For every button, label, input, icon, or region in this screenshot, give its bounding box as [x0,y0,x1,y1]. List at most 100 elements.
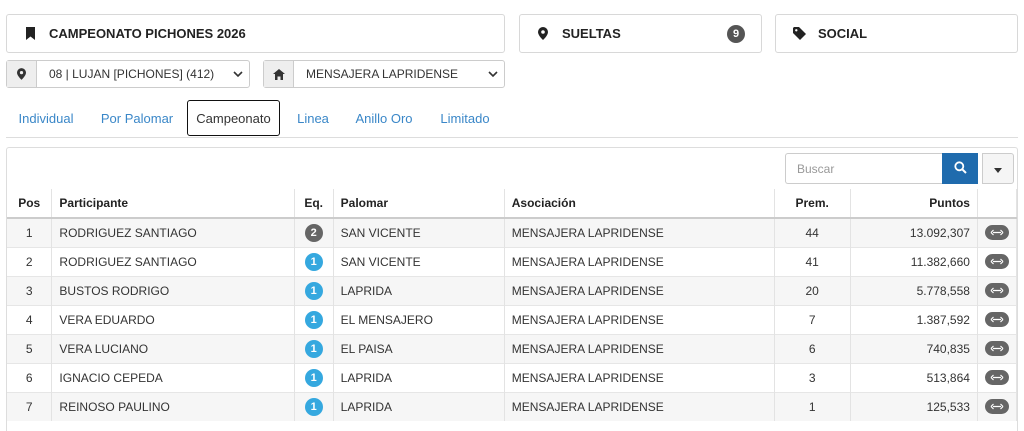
table-row[interactable]: 7 REINOSO PAULINO 1 LAPRIDA MENSAJERA LA… [7,391,1018,421]
column-header-puntos[interactable]: Puntos [850,189,978,219]
cell-participante: VERA LUCIANO [51,333,295,363]
cell-palomar: SAN VICENTE [333,246,505,276]
tab-individual[interactable]: Individual [14,100,78,136]
eq-badge: 1 [304,281,323,300]
expand-horizontal-icon[interactable] [984,399,1009,415]
cell-prem: 44 [774,217,851,247]
table-row[interactable]: 3 BUSTOS RODRIGO 1 LAPRIDA MENSAJERA LAP… [7,275,1018,305]
eq-badge: 1 [304,397,323,416]
eq-badge: 2 [304,223,323,242]
column-header-prem[interactable]: Prem. [774,189,851,219]
map-pin-icon [7,61,37,87]
table-row[interactable]: 5 VERA LUCIANO 1 EL PAISA MENSAJERA LAPR… [7,333,1018,363]
caret-down-icon [994,161,1002,176]
expand-horizontal-icon[interactable] [984,225,1009,241]
table-row[interactable]: 6 IGNACIO CEPEDA 1 LAPRIDA MENSAJERA LAP… [7,362,1018,392]
table-row[interactable]: 4 VERA EDUARDO 1 EL MENSAJERO MENSAJERA … [7,304,1018,334]
sueltas-count-badge: 9 [727,25,745,43]
eq-badge: 1 [304,252,323,271]
cell-participante: RODRIGUEZ SANTIAGO [51,217,295,247]
map-pin-icon [536,27,550,41]
column-header-participante[interactable]: Participante [51,189,295,219]
cell-palomar: LAPRIDA [333,275,505,305]
expand-horizontal-icon[interactable] [984,312,1009,327]
tab-anillo-oro[interactable]: Anillo Oro [352,100,416,136]
tag-icon [792,27,806,41]
cell-palomar: LAPRIDA [333,362,505,392]
location-select[interactable]: 08 | LUJAN [PICHONES] (412) [6,60,250,88]
column-header-pos[interactable]: Pos [7,189,53,219]
tab-limitado[interactable]: Limitado [435,100,495,136]
column-header-asociacion[interactable]: Asociación [504,189,775,219]
cell-palomar: LAPRIDA [333,391,505,421]
cell-participante: RODRIGUEZ SANTIAGO [51,246,295,276]
cell-pos: 7 [7,391,53,421]
cell-palomar: SAN VICENTE [333,217,505,247]
cell-prem: 6 [774,333,851,363]
club-select-value: MENSAJERA LAPRIDENSE [306,67,459,81]
column-header-actions [977,189,1018,219]
cell-asociacion: MENSAJERA LAPRIDENSE [504,304,775,334]
social-card[interactable]: SOCIAL [775,14,1018,53]
ranking-tabs: Individual Por Palomar Campeonato Linea … [6,100,1018,138]
results-table: Pos Participante Eq. Palomar Asociación … [7,189,1018,421]
expand-horizontal-icon[interactable] [984,283,1009,298]
expand-horizontal-icon[interactable] [984,370,1009,385]
cell-puntos: 13.092,307 [850,217,978,247]
bookmark-icon [23,27,37,41]
cell-puntos: 740,835 [850,333,978,363]
chevron-down-icon [482,70,504,78]
championship-title: CAMPEONATO PICHONES 2026 [49,26,246,41]
location-select-value: 08 | LUJAN [PICHONES] (412) [49,67,215,81]
columns-dropdown-button[interactable] [982,153,1014,184]
table-row[interactable]: 2 RODRIGUEZ SANTIAGO 1 SAN VICENTE MENSA… [7,246,1018,276]
expand-horizontal-icon[interactable] [984,254,1009,269]
cell-prem: 1 [774,391,851,421]
cell-prem: 7 [774,304,851,334]
cell-palomar: EL PAISA [333,333,505,363]
cell-puntos: 125,533 [850,391,978,421]
championship-card[interactable]: CAMPEONATO PICHONES 2026 [6,14,505,53]
cell-puntos: 11.382,660 [850,246,978,276]
cell-asociacion: MENSAJERA LAPRIDENSE [504,362,775,392]
cell-prem: 20 [774,275,851,305]
cell-prem: 41 [774,246,851,276]
cell-pos: 1 [7,217,53,247]
chevron-down-icon [227,70,249,78]
eq-badge: 1 [304,368,323,387]
cell-asociacion: MENSAJERA LAPRIDENSE [504,391,775,421]
tab-por-palomar[interactable]: Por Palomar [97,100,177,136]
tab-campeonato[interactable]: Campeonato [187,100,280,136]
tab-linea[interactable]: Linea [293,100,333,136]
table-row[interactable]: 1 RODRIGUEZ SANTIAGO 2 SAN VICENTE MENSA… [7,217,1018,247]
cell-asociacion: MENSAJERA LAPRIDENSE [504,333,775,363]
search-input[interactable] [785,153,942,184]
search-button[interactable] [942,153,978,184]
cell-prem: 3 [774,362,851,392]
cell-participante: IGNACIO CEPEDA [51,362,295,392]
table-header-row: Pos Participante Eq. Palomar Asociación … [7,189,1018,219]
cell-palomar: EL MENSAJERO [333,304,505,334]
cell-pos: 6 [7,362,53,392]
column-header-eq[interactable]: Eq. [294,189,334,219]
cell-pos: 3 [7,275,53,305]
column-header-palomar[interactable]: Palomar [333,189,505,219]
sueltas-label: SUELTAS [562,26,621,41]
cell-asociacion: MENSAJERA LAPRIDENSE [504,217,775,247]
cell-pos: 2 [7,246,53,276]
eq-badge: 1 [304,339,323,358]
sueltas-card[interactable]: SUELTAS 9 [519,14,762,53]
cell-puntos: 5.778,558 [850,275,978,305]
social-label: SOCIAL [818,26,868,41]
search-bar [785,153,1014,184]
cell-participante: REINOSO PAULINO [51,391,295,421]
home-icon [264,61,294,87]
cell-participante: BUSTOS RODRIGO [51,275,295,305]
cell-puntos: 1.387,592 [850,304,978,334]
eq-badge: 1 [304,310,323,329]
cell-puntos: 513,864 [850,362,978,392]
cell-asociacion: MENSAJERA LAPRIDENSE [504,275,775,305]
club-select[interactable]: MENSAJERA LAPRIDENSE [263,60,505,88]
cell-pos: 5 [7,333,53,363]
expand-horizontal-icon[interactable] [984,341,1009,356]
